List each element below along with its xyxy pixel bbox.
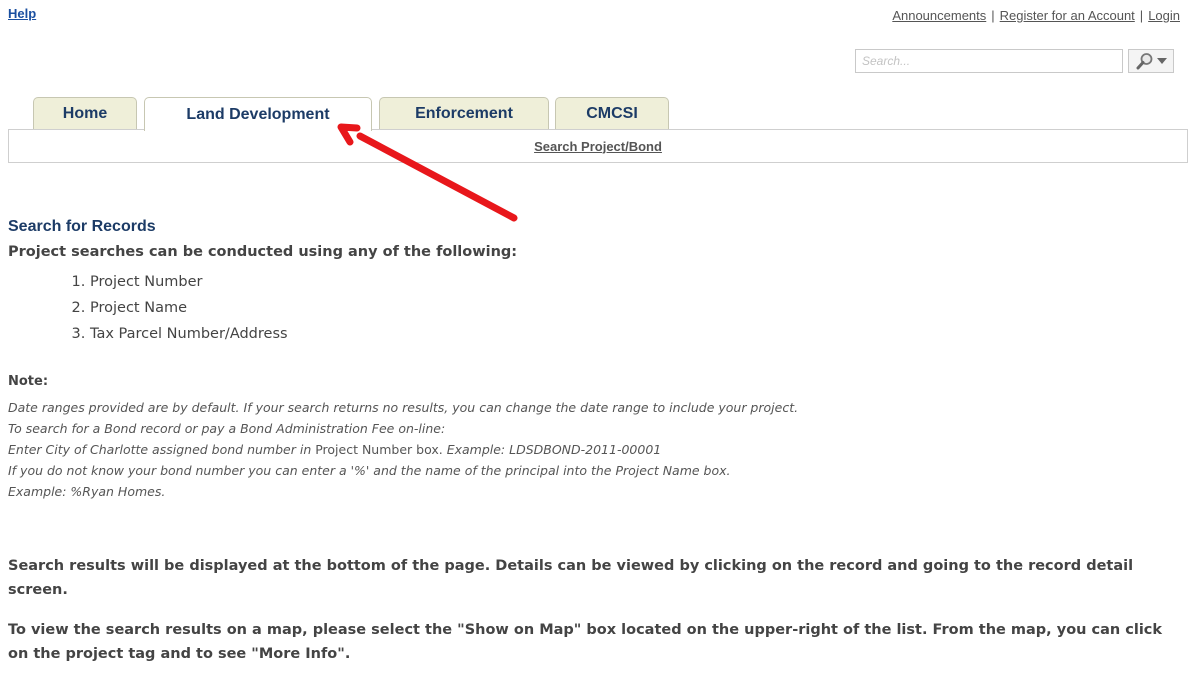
results-paragraph: Search results will be displayed at the … bbox=[8, 558, 1134, 598]
magnifier-icon bbox=[1136, 53, 1153, 70]
note-line: Project Number box. bbox=[315, 442, 443, 457]
search-button[interactable] bbox=[1128, 49, 1174, 73]
link-separator: | bbox=[1139, 8, 1144, 23]
search-criteria-list: Project Number Project Name Tax Parcel N… bbox=[50, 269, 288, 347]
list-item: Tax Parcel Number/Address bbox=[90, 321, 288, 347]
intro-text: Project searches can be conducted using … bbox=[8, 244, 518, 260]
caret-down-icon[interactable] bbox=[1157, 57, 1167, 65]
section-title: Search for Records bbox=[8, 218, 156, 235]
list-item: Project Name bbox=[90, 295, 288, 321]
note-body: Date ranges provided are by default. If … bbox=[8, 397, 1178, 502]
tab-home[interactable]: Home bbox=[33, 97, 137, 130]
note-line: Enter City of Charlotte assigned bond nu… bbox=[8, 442, 316, 457]
note-line: Date ranges provided are by default. If … bbox=[8, 400, 799, 415]
note-label: Note: bbox=[8, 374, 49, 389]
account-links: Announcements | Register for an Account | Lo… bbox=[892, 8, 1180, 23]
note-line: Example: LDSDBOND-2011-00001 bbox=[442, 442, 662, 457]
tab-enforcement[interactable]: Enforcement bbox=[379, 97, 549, 130]
note-line: If you do not know your bond number you … bbox=[8, 463, 731, 478]
login-link[interactable]: Login bbox=[1148, 8, 1180, 23]
list-item: Project Number bbox=[90, 269, 288, 295]
announcements-link[interactable]: Announcements bbox=[892, 8, 986, 23]
search-project-bond-link[interactable]: Search Project/Bond bbox=[534, 139, 662, 154]
sub-navigation-bar: Search Project/Bond bbox=[8, 129, 1188, 163]
tab-cmcsi[interactable]: CMCSI bbox=[555, 97, 669, 130]
note-line: To search for a Bond record or pay a Bon… bbox=[8, 421, 446, 436]
help-link[interactable]: Help bbox=[8, 6, 36, 21]
link-separator: | bbox=[991, 8, 995, 23]
register-link[interactable]: Register for an Account bbox=[1000, 8, 1135, 23]
search-input[interactable] bbox=[855, 49, 1123, 73]
note-line: Example: %Ryan Homes. bbox=[8, 484, 166, 499]
tab-land-development[interactable]: Land Development bbox=[144, 97, 372, 131]
map-paragraph: To view the search results on a map, ple… bbox=[8, 622, 1163, 662]
